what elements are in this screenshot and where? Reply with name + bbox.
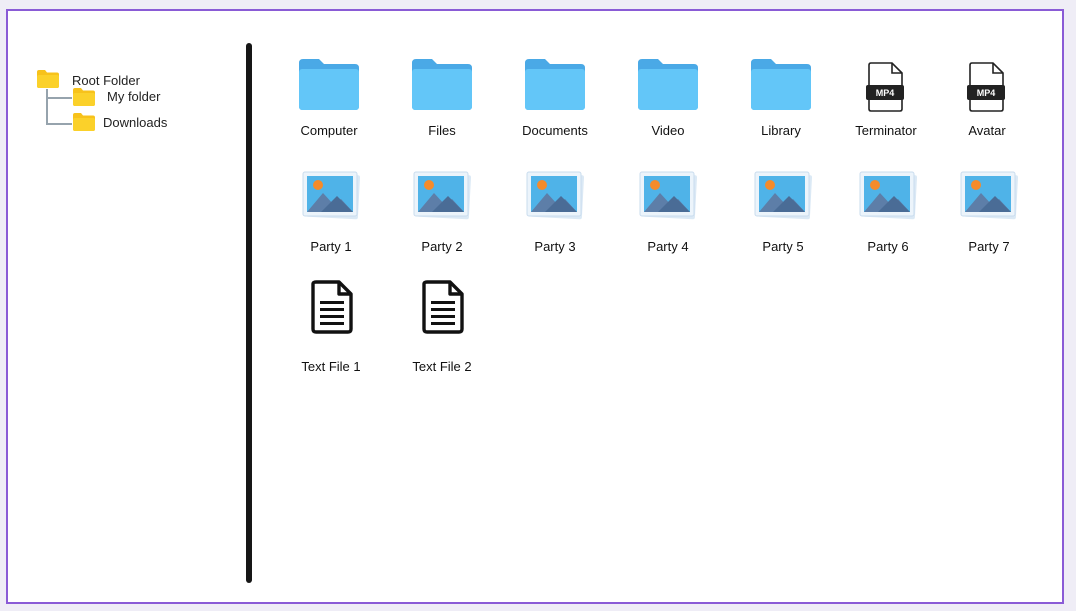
grid-item-terminator[interactable]: MP4 Terminator (836, 55, 936, 145)
folder-tree: Root Folder My folder Downloads (8, 11, 248, 601)
folder-icon (412, 59, 472, 110)
grid-item-party-7[interactable]: Party 7 (939, 169, 1039, 259)
grid-item-party-1[interactable]: Party 1 (281, 169, 381, 259)
tree-item-label: Downloads (103, 114, 168, 130)
file-browser-window: Root Folder My folder Downloads Computer (6, 9, 1064, 604)
grid-item-label: Party 7 (968, 239, 1010, 254)
folder-icon (638, 59, 698, 110)
grid-item-label: Party 6 (867, 239, 909, 254)
tree-item-label: Root Folder (72, 72, 140, 88)
grid-item-text-file-2[interactable]: Text File 2 (392, 279, 492, 374)
folder-icon (73, 88, 95, 106)
tree-connector (46, 89, 48, 125)
tree-item-my-folder[interactable]: My folder (72, 87, 160, 107)
grid-item-label: Video (651, 123, 685, 138)
folder-icon (525, 59, 585, 110)
grid-item-label: Library (761, 123, 801, 138)
tree-item-label: My folder (107, 88, 161, 104)
folder-icon (299, 59, 359, 110)
image-file-icon (859, 171, 918, 220)
grid-item-label: Files (428, 123, 456, 138)
text-file-icon (422, 280, 464, 334)
image-file-icon (639, 171, 698, 220)
panel-divider[interactable] (246, 43, 252, 583)
grid-item-text-file-1[interactable]: Text File 1 (281, 279, 381, 374)
folder-icon (751, 59, 811, 110)
grid-item-party-6[interactable]: Party 6 (838, 169, 938, 259)
grid-item-video[interactable]: Video (618, 55, 718, 145)
grid-item-party-5[interactable]: Party 5 (733, 169, 833, 259)
tree-connector (46, 97, 72, 99)
image-file-icon (754, 171, 813, 220)
tree-connector (46, 123, 72, 125)
image-file-icon (413, 171, 472, 220)
grid-item-avatar[interactable]: MP4 Avatar (937, 55, 1037, 145)
image-file-icon (302, 171, 361, 220)
grid-item-label: Party 2 (421, 239, 463, 254)
image-file-icon (960, 171, 1019, 220)
grid-item-library[interactable]: Library (731, 55, 831, 145)
folder-icon (73, 113, 95, 131)
grid-item-party-2[interactable]: Party 2 (392, 169, 492, 259)
grid-item-documents[interactable]: Documents (505, 55, 605, 145)
grid-item-files[interactable]: Files (392, 55, 492, 145)
grid-item-label: Terminator (855, 123, 917, 138)
tree-item-downloads[interactable]: Downloads (72, 112, 167, 132)
grid-item-label: Party 1 (310, 239, 352, 254)
mp4-file-icon: MP4 (967, 62, 1005, 112)
mp4-badge: MP4 (977, 88, 996, 98)
grid-item-label: Text File 2 (412, 359, 472, 374)
grid-item-label: Text File 1 (301, 359, 361, 374)
image-file-icon (526, 171, 585, 220)
grid-item-label: Avatar (968, 123, 1006, 138)
mp4-file-icon: MP4 (866, 62, 904, 112)
grid-item-label: Computer (300, 123, 358, 138)
grid-item-party-4[interactable]: Party 4 (618, 169, 718, 259)
text-file-icon (311, 280, 353, 334)
grid-item-computer[interactable]: Computer (279, 55, 379, 145)
grid-item-party-3[interactable]: Party 3 (505, 169, 605, 259)
mp4-badge: MP4 (876, 88, 895, 98)
grid-item-label: Party 5 (762, 239, 804, 254)
tree-item-root-folder[interactable]: Root Folder (36, 69, 140, 89)
grid-item-label: Party 4 (647, 239, 689, 254)
grid-item-label: Party 3 (534, 239, 576, 254)
grid-item-label: Documents (522, 123, 588, 138)
folder-icon (37, 70, 59, 88)
